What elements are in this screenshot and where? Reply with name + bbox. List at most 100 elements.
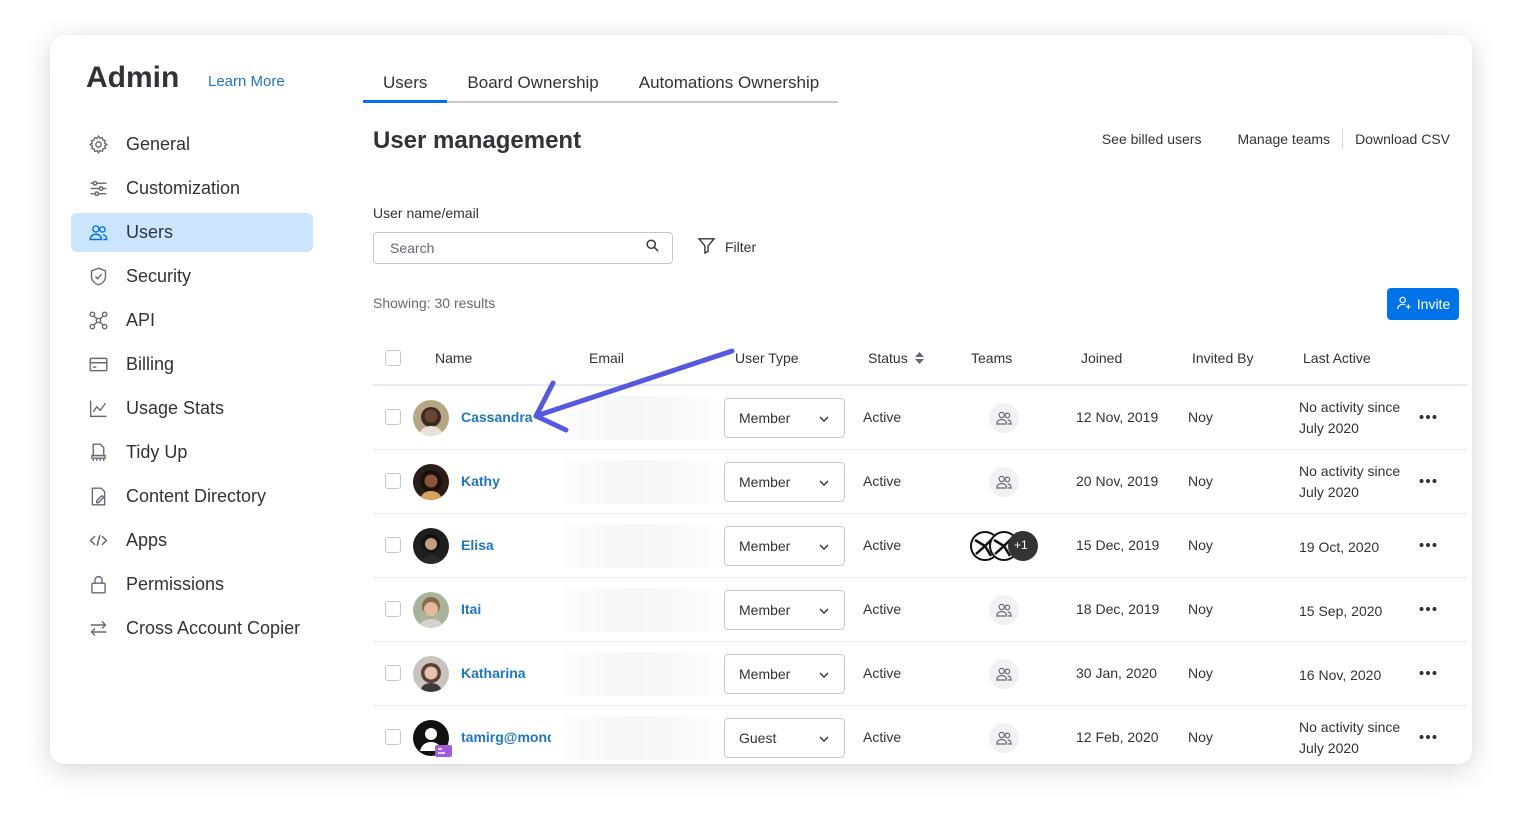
- see-billed-users-link[interactable]: See billed users: [1102, 131, 1202, 147]
- swap-arrows-icon: [87, 618, 109, 640]
- no-team-icon[interactable]: [989, 723, 1019, 753]
- sidebar-item-api[interactable]: API: [71, 301, 313, 340]
- more-options-icon[interactable]: [1418, 535, 1438, 558]
- invited-by: Noy: [1188, 601, 1213, 617]
- learn-more-link[interactable]: Learn More: [208, 73, 285, 90]
- chevron-down-icon: [818, 604, 830, 620]
- last-active: No activity since July 2020: [1299, 717, 1400, 759]
- manage-teams-link[interactable]: Manage teams: [1237, 131, 1330, 147]
- filter-button[interactable]: Filter: [697, 236, 756, 258]
- no-team-icon[interactable]: [989, 595, 1019, 625]
- tab-board-ownership[interactable]: Board Ownership: [447, 63, 618, 103]
- sidebar-item-cross-account-copier[interactable]: Cross Account Copier: [71, 609, 313, 648]
- sidebar-item-permissions[interactable]: Permissions: [71, 565, 313, 604]
- sidebar-item-apps[interactable]: Apps: [71, 521, 313, 560]
- table-row[interactable]: Katharina Member Active 30 Jan, 2020 Noy…: [373, 642, 1467, 706]
- user-name-link[interactable]: Itai: [461, 601, 481, 617]
- gear-icon: [87, 134, 109, 156]
- joined-date: 20 Nov, 2019: [1076, 473, 1159, 489]
- tab-automations-ownership[interactable]: Automations Ownership: [619, 63, 839, 103]
- sidebar-item-billing[interactable]: Billing: [71, 345, 313, 384]
- avatar[interactable]: [413, 592, 449, 628]
- avatar[interactable]: [413, 464, 449, 500]
- invite-button[interactable]: Invite: [1387, 288, 1459, 320]
- status-text: Active: [863, 537, 902, 553]
- user-name-link[interactable]: Katharina: [461, 665, 526, 681]
- sidebar-item-label: Users: [126, 222, 174, 242]
- search-icon[interactable]: [645, 238, 660, 258]
- column-header-status[interactable]: Status: [868, 350, 925, 366]
- user-name-link[interactable]: tamirg@mond: [461, 729, 551, 745]
- team-overflow-count: +1: [1014, 538, 1028, 552]
- no-team-icon[interactable]: [989, 467, 1019, 497]
- search-input[interactable]: [390, 240, 645, 256]
- last-active: 15 Sep, 2020: [1299, 603, 1383, 619]
- sidebar-item-usage-stats[interactable]: Usage Stats: [71, 389, 313, 428]
- chevron-down-icon: [818, 476, 830, 492]
- user-type-select[interactable]: Guest: [724, 718, 845, 758]
- row-checkbox[interactable]: [385, 729, 401, 745]
- sidebar-item-label: Usage Stats: [126, 398, 225, 418]
- user-type-select[interactable]: Member: [724, 398, 845, 438]
- more-options-icon[interactable]: [1418, 727, 1438, 750]
- guest-avatar[interactable]: [413, 720, 452, 757]
- sliders-icon: [87, 178, 109, 200]
- column-header-name[interactable]: Name: [435, 350, 472, 366]
- table-row[interactable]: Kathy Member Active 20 Nov, 2019 Noy No …: [373, 450, 1467, 514]
- search-box: [373, 232, 673, 264]
- row-checkbox[interactable]: [385, 473, 401, 489]
- last-active-line-2: July 2020: [1299, 740, 1359, 756]
- last-active-line-2: July 2020: [1299, 484, 1359, 500]
- results-count: Showing: 30 results: [373, 295, 496, 311]
- row-checkbox[interactable]: [385, 601, 401, 617]
- sidebar-item-security[interactable]: Security: [71, 257, 313, 296]
- user-name-link[interactable]: Kathy: [461, 473, 500, 489]
- user-type-select[interactable]: Member: [724, 590, 845, 630]
- select-all-checkbox[interactable]: [385, 350, 401, 366]
- download-csv-link[interactable]: Download CSV: [1355, 131, 1450, 147]
- table-row[interactable]: Elisa Member Active +1 15 Dec, 2019 Noy …: [373, 514, 1467, 578]
- tab-bar: Users Board Ownership Automations Owners…: [363, 63, 838, 103]
- invited-by: Noy: [1188, 409, 1213, 425]
- email-cell: [563, 652, 713, 696]
- row-checkbox[interactable]: [385, 409, 401, 425]
- avatar[interactable]: [413, 528, 449, 564]
- row-checkbox[interactable]: [385, 537, 401, 553]
- status-text: Active: [863, 729, 902, 745]
- user-type-select[interactable]: Member: [724, 462, 845, 502]
- no-team-icon[interactable]: [989, 659, 1019, 689]
- sidebar-item-customization[interactable]: Customization: [71, 169, 313, 208]
- more-options-icon[interactable]: [1418, 663, 1438, 686]
- divider: [1342, 129, 1344, 149]
- avatar[interactable]: [413, 400, 449, 436]
- last-active: 19 Oct, 2020: [1299, 539, 1380, 555]
- avatar[interactable]: [413, 656, 449, 692]
- more-options-icon[interactable]: [1418, 407, 1438, 430]
- user-type-select[interactable]: Member: [724, 526, 845, 566]
- column-header-last-active[interactable]: Last Active: [1303, 350, 1371, 366]
- sort-icon[interactable]: [914, 351, 925, 365]
- user-name-link[interactable]: Elisa: [461, 537, 494, 553]
- column-header-user-type[interactable]: User Type: [735, 350, 799, 366]
- email-cell: [563, 588, 713, 632]
- more-options-icon[interactable]: [1418, 471, 1438, 494]
- sidebar-item-general[interactable]: General: [71, 125, 313, 164]
- more-options-icon[interactable]: [1418, 599, 1438, 622]
- table-row[interactable]: tamirg@mond Guest Active 12 Feb, 2020 No…: [373, 706, 1467, 764]
- table-row[interactable]: Cassandra Member Active 12 Nov, 2019 Noy…: [373, 386, 1467, 450]
- column-header-email[interactable]: Email: [589, 350, 624, 366]
- user-type-select[interactable]: Member: [724, 654, 845, 694]
- column-header-teams[interactable]: Teams: [971, 350, 1012, 366]
- column-header-joined[interactable]: Joined: [1081, 350, 1122, 366]
- credit-card-icon: [87, 354, 109, 376]
- team-avatars[interactable]: +1: [969, 528, 1041, 564]
- sidebar-item-tidy-up[interactable]: Tidy Up: [71, 433, 313, 472]
- column-header-invited-by[interactable]: Invited By: [1192, 350, 1253, 366]
- table-row[interactable]: Itai Member Active 18 Dec, 2019 Noy 15 S…: [373, 578, 1467, 642]
- sidebar-item-content-directory[interactable]: Content Directory: [71, 477, 313, 516]
- tab-users[interactable]: Users: [363, 63, 448, 103]
- no-team-icon[interactable]: [989, 403, 1019, 433]
- row-checkbox[interactable]: [385, 665, 401, 681]
- sidebar-item-users[interactable]: Users: [71, 213, 313, 252]
- user-name-link[interactable]: Cassandra: [461, 409, 533, 425]
